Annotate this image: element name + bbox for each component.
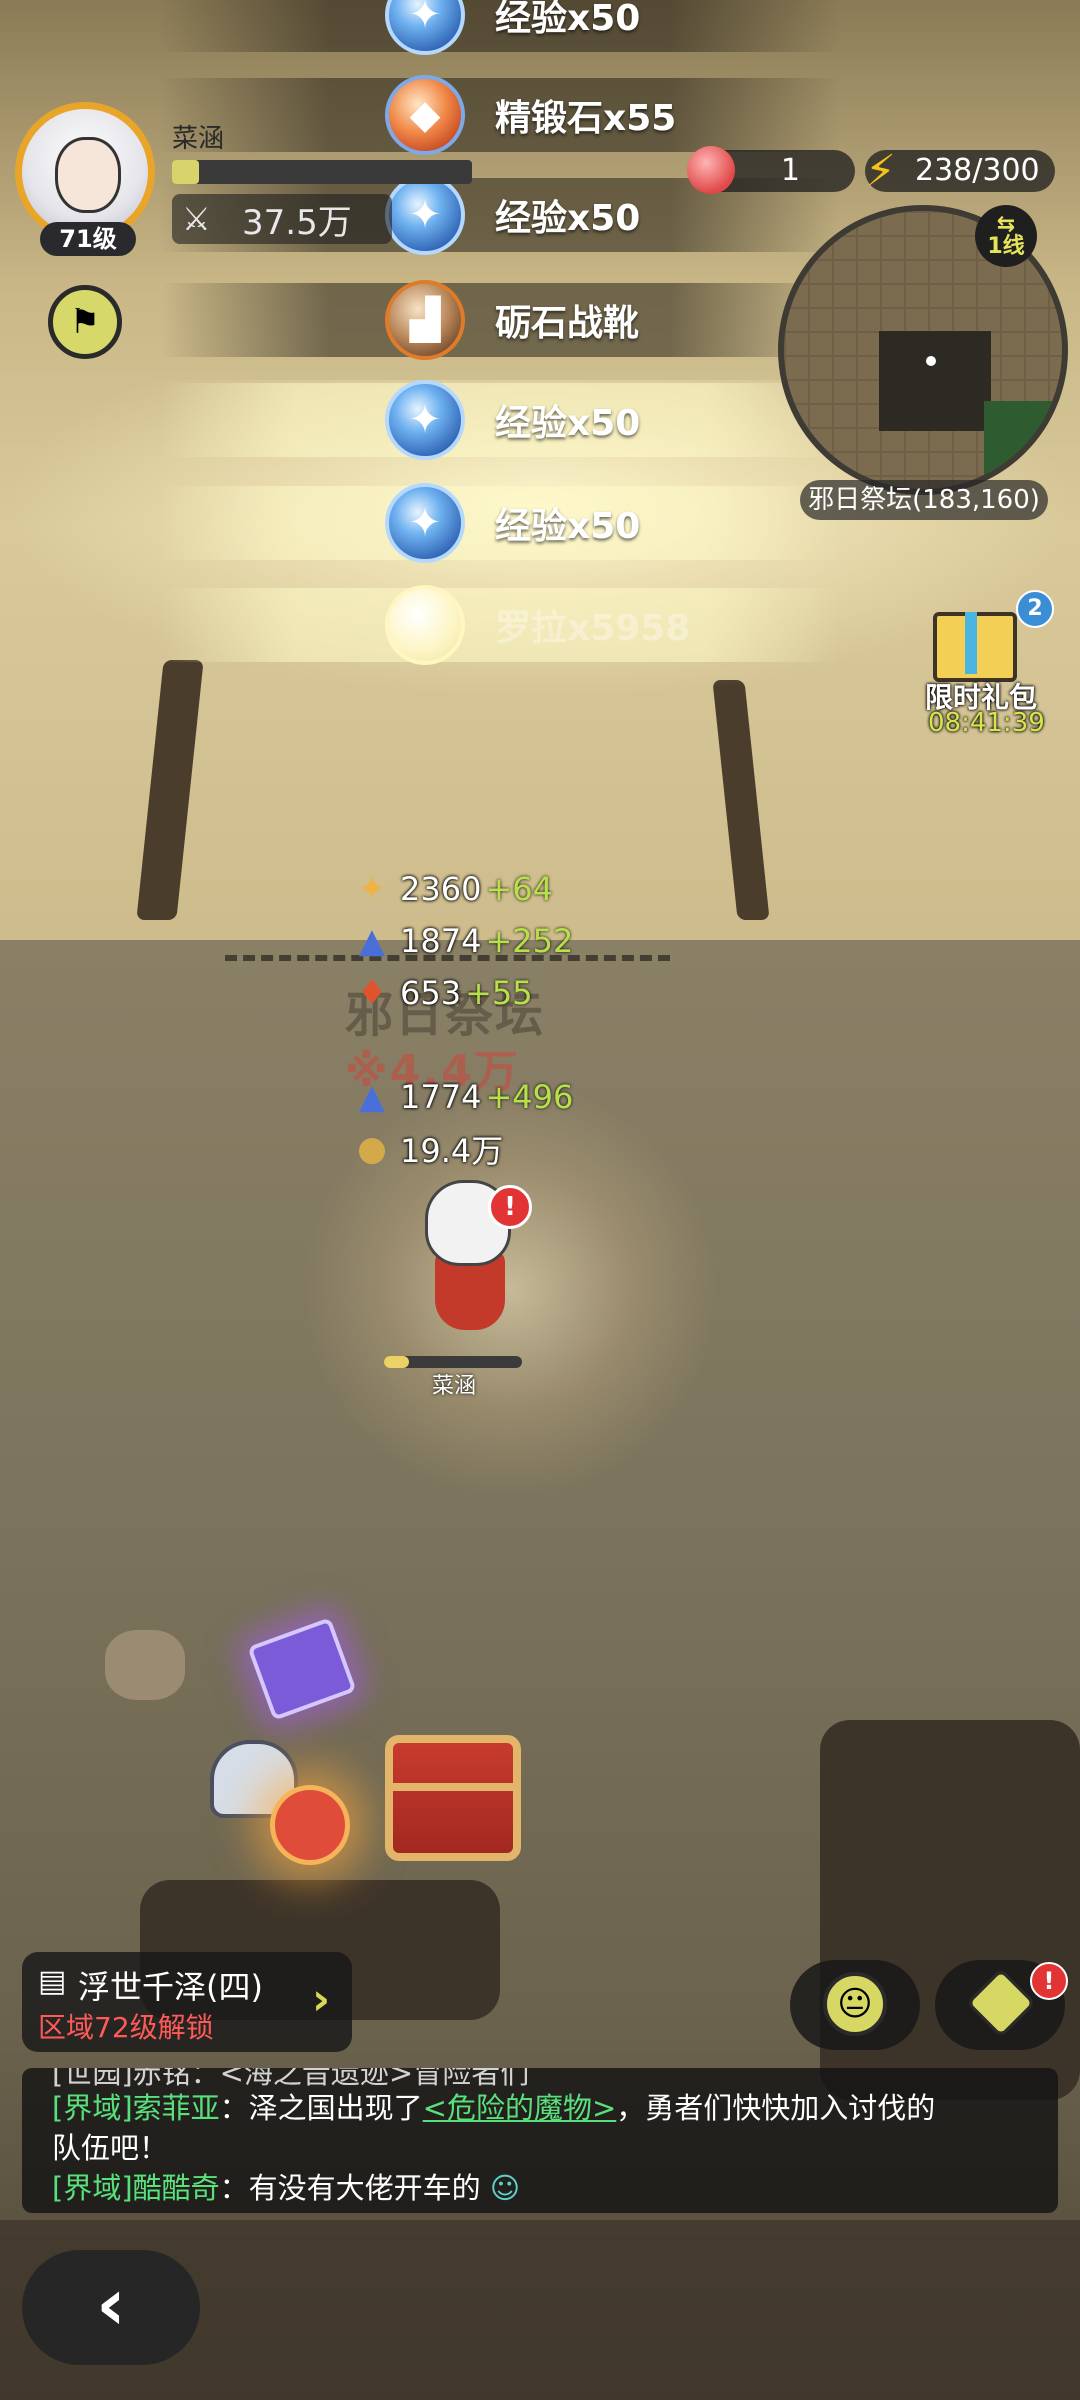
chevron-right-icon: ›	[312, 1974, 331, 2025]
chat-channel[interactable]: [界域]酷酷奇	[52, 2171, 220, 2205]
quest-title: 浮世千泽(四)	[78, 1968, 263, 2006]
energy-value: 238/300	[915, 153, 1040, 188]
reward-item: ✦ 经验x50	[160, 0, 840, 60]
reward-label: 砺石战靴	[495, 303, 640, 344]
player-marker	[926, 356, 936, 366]
coin-icon	[385, 585, 465, 665]
reward-label: 罗拉x5958	[495, 608, 691, 649]
reward-label: 经验x50	[495, 506, 641, 547]
clipboard-icon: ▤	[38, 1964, 67, 1999]
stat-line: ▲ 1774 +496	[350, 1074, 573, 1120]
stat-value: 2360	[400, 870, 482, 908]
peach-icon	[687, 146, 735, 194]
location-label: 邪日祭坛(183,160)	[800, 480, 1048, 520]
flag-button[interactable]: ⚑	[48, 285, 122, 359]
chat-text: ：泽之国出现了	[219, 2091, 423, 2125]
peach-value: 1	[780, 153, 800, 188]
reward-label: 经验x50	[495, 0, 641, 39]
stat-delta: +496	[485, 1078, 574, 1116]
gift-timer: 08:41:39	[928, 708, 1045, 738]
chat-channel[interactable]: [界域]索菲亚	[52, 2091, 220, 2125]
back-button[interactable]: ‹	[22, 2250, 200, 2365]
emote-button[interactable]: 😐	[790, 1960, 920, 2050]
backpack-alert-badge: !	[1030, 1962, 1068, 2000]
chat-line: [界域]索菲亚：泽之国出现了<危险的魔物>，勇者们快快加入讨伐的	[52, 2085, 935, 2127]
chat-line: 队伍吧！	[52, 2131, 169, 2165]
reward-item: ◆ 精锻石x55	[160, 70, 840, 160]
blue-crystal-icon: ▲	[358, 1077, 386, 1117]
hero-hp-bar	[384, 1356, 522, 1368]
hero-alert-badge: !	[488, 1185, 532, 1229]
quest-unlock-text: 区域72级解锁	[38, 2011, 214, 2044]
server-line-button[interactable]: ⇆ 1线	[975, 205, 1037, 267]
combat-power: ⚔ 37.5万	[172, 194, 392, 244]
swords-icon: ⚔	[182, 200, 211, 238]
stat-value: 19.4万	[400, 1132, 504, 1170]
stat-delta: +252	[485, 922, 574, 960]
chat-panel[interactable]: [世园]赤铭：<海之音遗迹>冒险者们 [界域]索菲亚：泽之国出现了<危险的魔物>…	[22, 2068, 1058, 2213]
coin-icon: ●	[357, 1129, 387, 1169]
energy-counter[interactable]: ⚡ 238/300	[865, 146, 1055, 197]
chat-text: ，勇者们快快加入讨伐的	[616, 2091, 936, 2125]
exp-orb-icon: ✦	[385, 175, 465, 255]
peach-counter[interactable]: 1	[687, 146, 855, 194]
chat-text: ：有没有大佬开车的	[219, 2171, 481, 2205]
emoji-face-icon: 😐	[823, 1972, 887, 2036]
emoji-icon: ☺	[489, 2171, 521, 2205]
stat-delta: +55	[465, 974, 533, 1012]
server-line-label: 1线	[987, 234, 1025, 259]
reward-item: ✦ 经验x50	[160, 478, 840, 568]
ore-sack-loot[interactable]	[105, 1630, 185, 1700]
boots-icon: ▟	[385, 280, 465, 360]
flag-icon: ⚑	[69, 302, 101, 342]
stat-line: ✦ 2360 +64	[350, 866, 553, 912]
chat-link[interactable]: <危险的魔物>	[423, 2091, 617, 2125]
stat-value: 1874	[400, 922, 482, 960]
hero-name: 菜涵	[432, 1374, 477, 1399]
reward-item: ✦ 经验x50	[160, 375, 840, 465]
limited-gift-button[interactable]	[925, 600, 1017, 682]
combat-power-value: 37.5万	[242, 202, 352, 243]
stat-value: 1774	[400, 1078, 482, 1116]
stat-line: ● 19.4万	[350, 1126, 507, 1172]
blue-crystal-icon: ▲	[358, 921, 386, 961]
stat-value: 653	[400, 974, 462, 1012]
chat-line: [界域]酷酷奇：有没有大佬开车的 ☺	[52, 2165, 520, 2207]
gift-badge: 2	[1016, 590, 1054, 628]
reward-label: 经验x50	[495, 403, 641, 444]
cube-icon	[965, 1967, 1037, 2039]
paw-charm-loot[interactable]	[270, 1785, 350, 1865]
chevron-left-icon: ‹	[96, 2262, 126, 2346]
player-level: 71级	[40, 222, 136, 256]
quest-panel[interactable]: ▤ 浮世千泽(四) 区域72级解锁 ›	[22, 1952, 352, 2052]
exp-orb-icon: ✦	[385, 380, 465, 460]
player-name: 菜涵	[172, 124, 225, 154]
exp-orb-icon: ✦	[385, 483, 465, 563]
reward-item: 罗拉x5958	[160, 580, 840, 670]
reward-label: 精锻石x55	[495, 98, 677, 139]
lightning-icon: ⚡	[865, 146, 896, 197]
reward-label: 经验x50	[495, 198, 641, 239]
treasure-chest[interactable]	[385, 1735, 521, 1861]
star-crystal-icon: ✦	[357, 869, 387, 909]
exp-bar	[172, 160, 472, 184]
player-avatar[interactable]	[15, 102, 155, 242]
forge-stone-icon: ◆	[385, 75, 465, 155]
fire-crystal-icon: ♦	[356, 973, 388, 1013]
stat-line: ♦ 653 +55	[350, 970, 533, 1016]
reward-item: ▟ 砺石战靴	[160, 275, 840, 365]
stat-line: ▲ 1874 +252	[350, 918, 573, 964]
stat-delta: +64	[485, 870, 553, 908]
